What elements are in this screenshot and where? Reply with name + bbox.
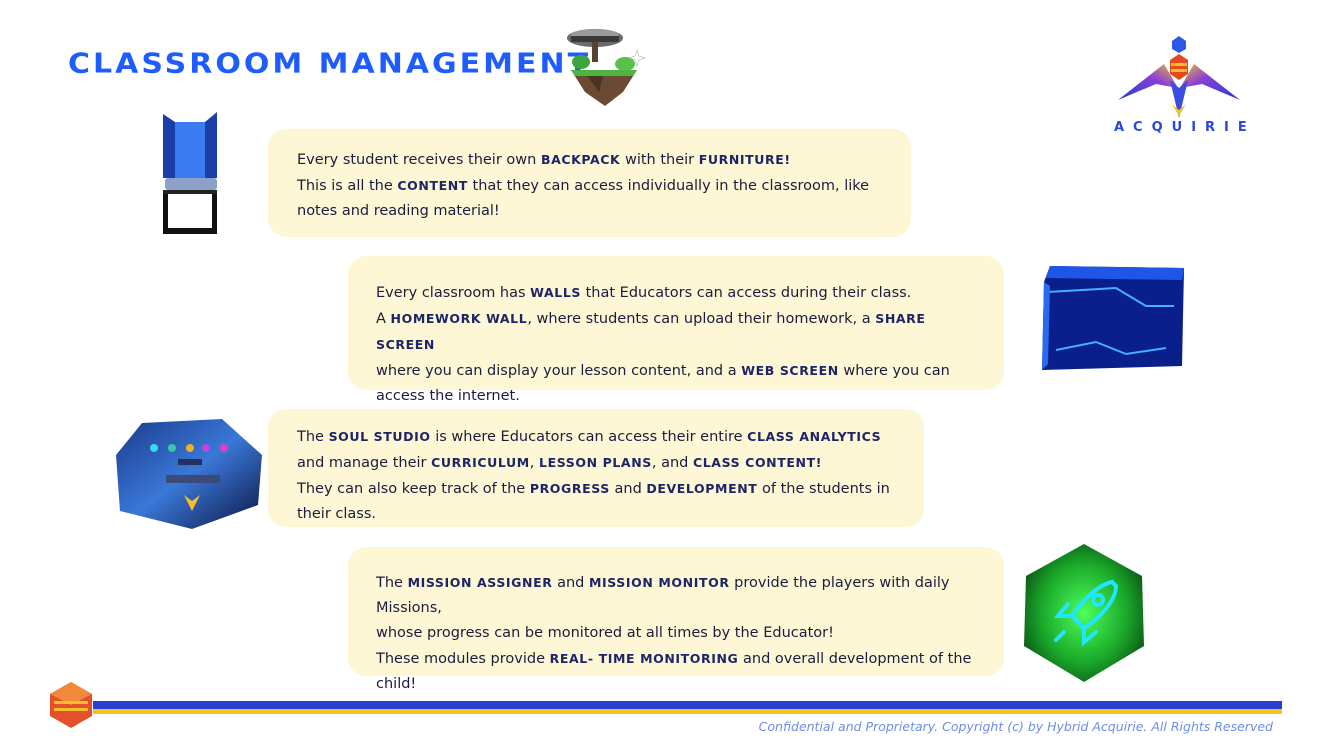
wall-screen-icon: [1042, 266, 1184, 370]
hexagon-emblem-icon: [50, 682, 92, 728]
card-line: their class.: [297, 506, 376, 522]
keyword: walls: [530, 285, 582, 300]
footer-bar-yellow: [93, 709, 1282, 714]
chair-icon: [163, 112, 217, 234]
keyword: curriculum: [431, 455, 530, 470]
card-line: These modules provide real- time monitor…: [376, 651, 972, 667]
card-line: A homework wall, where students can uplo…: [376, 311, 926, 352]
floating-island-icon: [567, 29, 645, 106]
keyword: lesson plans: [539, 455, 652, 470]
card-line: The Mission Assigner and Mission Monitor…: [376, 575, 950, 616]
mission-info-card: The Mission Assigner and Mission Monitor…: [348, 547, 1004, 692]
card-line: where you can display your lesson conten…: [376, 363, 950, 379]
soul-studio-info-card: The Soul Studio is where Educators can a…: [268, 409, 924, 527]
keyword: content: [397, 178, 468, 193]
rocket-icon: [1024, 544, 1144, 682]
keyword: Furniture!: [698, 152, 791, 167]
keyword: web screen: [741, 363, 839, 378]
card-line: notes and reading material!: [297, 203, 500, 219]
keyword: class content!: [692, 455, 822, 470]
card-line: This is all the content that they can ac…: [297, 178, 870, 194]
card-line: access the internet.: [376, 388, 520, 404]
page-title: Classroom Management: [68, 47, 592, 80]
card-line: and manage their curriculum, lesson plan…: [297, 455, 822, 471]
keyword: progress: [529, 481, 610, 496]
card-line: They can also keep track of the progress…: [297, 481, 890, 497]
card-line: Every student receives their own Backpac…: [297, 152, 791, 168]
copyright-text: Confidential and Proprietary. Copyright …: [758, 719, 1273, 734]
card-line: whose progress can be monitored at all t…: [376, 625, 834, 641]
card-line: child!: [376, 676, 417, 692]
keyword: Backpack: [540, 152, 621, 167]
footer-bar-blue: [93, 701, 1282, 709]
keyword: real- time monitoring: [549, 651, 739, 666]
keyword: Mission Monitor: [588, 575, 730, 590]
soul-studio-icon: [116, 419, 262, 529]
card-line: Every classroom has walls that Educators…: [376, 285, 912, 301]
keyword: Mission Assigner: [407, 575, 553, 590]
keyword: homework wall: [390, 311, 528, 326]
keyword: development: [646, 481, 758, 496]
walls-info-card: Every classroom has walls that Educators…: [348, 256, 1004, 404]
keyword: Soul Studio: [328, 429, 431, 444]
keyword: class analytics: [747, 429, 882, 444]
logo-wordmark: ACQUIRIE: [1114, 120, 1256, 135]
card-line: The Soul Studio is where Educators can a…: [297, 429, 882, 445]
backpack-info-card: Every student receives their own Backpac…: [268, 129, 911, 237]
